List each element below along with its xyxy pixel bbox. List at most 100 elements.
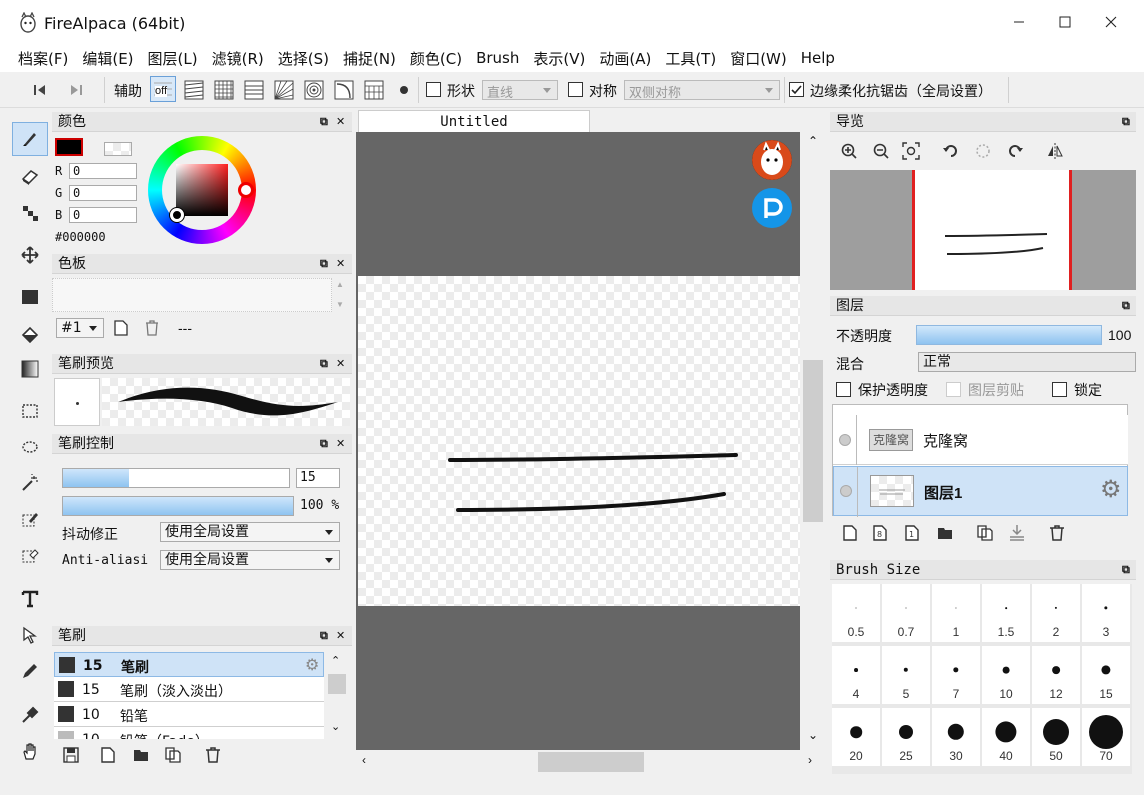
new-1bit-layer-icon[interactable]: 1 — [904, 524, 920, 542]
saturation-value-square[interactable] — [176, 164, 228, 216]
scroll-up-icon[interactable]: ⌃ — [331, 654, 340, 667]
secondary-color-swatch[interactable] — [104, 142, 132, 156]
brush-size-cell[interactable]: 20 — [832, 708, 880, 766]
brush-antialias-dropdown[interactable]: 使用全局设置 — [160, 550, 340, 570]
magic-wand-tool-icon[interactable] — [12, 466, 48, 500]
menu-animation[interactable]: 动画(A) — [599, 48, 651, 69]
menu-file[interactable]: 档案(F) — [18, 48, 68, 69]
brush-size-cell[interactable]: 12 — [1032, 646, 1080, 704]
brush-size-cell[interactable]: 15 — [1082, 646, 1130, 704]
brush-size-cell[interactable]: 3 — [1082, 584, 1130, 642]
brush-list-item[interactable]: 15 笔刷（淡入淡出） — [54, 677, 324, 702]
brush-list-item[interactable]: 10 铅笔（Fade） — [54, 727, 324, 739]
duplicate-layer-icon[interactable] — [976, 524, 994, 542]
canvas-horizontal-scrollbar[interactable]: ‹ › — [356, 750, 826, 774]
duplicate-brush-icon[interactable] — [164, 746, 182, 764]
brush-size-cell[interactable]: 0.7 — [882, 584, 930, 642]
canvas-viewport[interactable] — [356, 132, 800, 750]
delete-brush-icon[interactable] — [204, 746, 222, 764]
brush-list-item[interactable]: 15 笔刷 ⚙ — [54, 652, 324, 677]
brush-size-cell[interactable]: 70 — [1082, 708, 1130, 766]
next-frame-icon[interactable] — [66, 80, 86, 100]
pen-tool-icon[interactable] — [12, 654, 48, 688]
snap-off-button[interactable]: off — [150, 76, 176, 102]
scroll-thumb[interactable] — [538, 752, 644, 772]
snap-grid-icon[interactable] — [214, 80, 234, 100]
brush-opacity-slider[interactable] — [62, 496, 294, 516]
swatch-set-dropdown[interactable]: #1 — [56, 318, 104, 338]
snap-concentric-icon[interactable] — [304, 80, 324, 100]
brush-size-cell[interactable]: 1.5 — [982, 584, 1030, 642]
canvas-vertical-scrollbar[interactable]: ⌃ ⌄ — [800, 132, 826, 750]
brush-size-cell[interactable]: 40 — [982, 708, 1030, 766]
clipping-checkbox[interactable] — [946, 382, 961, 397]
brush-size-input[interactable]: 15 — [296, 468, 340, 488]
swatch-grid[interactable] — [52, 278, 332, 312]
lasso-tool-icon[interactable] — [12, 430, 48, 464]
r-input[interactable]: 0 — [69, 163, 137, 179]
layer-row[interactable]: 克隆窝 克隆窝 — [833, 415, 1128, 465]
maximize-button[interactable] — [1042, 0, 1088, 44]
scroll-up-icon[interactable]: ⌃ — [808, 134, 818, 148]
new-swatch-icon[interactable] — [114, 320, 128, 336]
panel-float-icon[interactable]: ⧉ — [320, 354, 328, 374]
select-pen-tool-icon[interactable] — [12, 502, 48, 536]
brush-size-cell[interactable]: 10 — [982, 646, 1030, 704]
zoom-in-icon[interactable] — [840, 142, 858, 160]
brush-size-cell[interactable]: 0.5 — [832, 584, 880, 642]
gradient-tool-icon[interactable] — [12, 352, 48, 386]
brush-size-cell[interactable]: 30 — [932, 708, 980, 766]
menu-snap[interactable]: 捕捉(N) — [343, 48, 396, 69]
merge-down-icon[interactable] — [1008, 524, 1026, 542]
rotate-reset-icon[interactable] — [974, 142, 992, 160]
zoom-fit-icon[interactable] — [902, 142, 920, 160]
hue-handle[interactable] — [238, 182, 254, 198]
brush-size-slider[interactable] — [62, 468, 290, 488]
brush-tool-icon[interactable] — [12, 122, 48, 156]
operation-tool-icon[interactable] — [12, 618, 48, 652]
brush-size-cell[interactable]: 5 — [882, 646, 930, 704]
panel-float-icon[interactable]: ⧉ — [320, 112, 328, 132]
canvas-document[interactable] — [358, 276, 800, 606]
stabilizer-dropdown[interactable]: 使用全局设置 — [160, 522, 340, 542]
menu-view[interactable]: 表示(V) — [533, 48, 585, 69]
snap-cross-icon[interactable] — [244, 80, 264, 100]
b-input[interactable]: 0 — [69, 207, 137, 223]
rotate-right-icon[interactable] — [1006, 142, 1024, 160]
menu-color[interactable]: 颜色(C) — [410, 48, 462, 69]
scroll-left-icon[interactable]: ‹ — [362, 753, 366, 767]
menu-filter[interactable]: 滤镜(R) — [212, 48, 264, 69]
shape-select[interactable]: 直线 — [482, 80, 558, 101]
flip-horizontal-icon[interactable] — [1046, 142, 1064, 160]
snap-curve-icon[interactable] — [334, 80, 354, 100]
prev-frame-icon[interactable] — [30, 80, 50, 100]
brush-size-cell[interactable]: 7 — [932, 646, 980, 704]
g-input[interactable]: 0 — [69, 185, 137, 201]
snap-parallel-icon[interactable] — [184, 80, 204, 100]
brush-size-cell[interactable]: 4 — [832, 646, 880, 704]
scroll-down-icon[interactable]: ⌄ — [808, 728, 818, 742]
layer-folder-icon[interactable] — [936, 524, 954, 542]
dot-pen-tool-icon[interactable] — [12, 196, 48, 230]
symmetry-checkbox[interactable] — [568, 82, 583, 97]
panel-float-icon[interactable]: ⧉ — [1122, 112, 1130, 132]
scroll-thumb[interactable] — [328, 674, 346, 694]
hue-ring[interactable] — [148, 136, 256, 244]
protect-alpha-checkbox[interactable] — [836, 382, 851, 397]
snap-perspective-icon[interactable] — [364, 80, 384, 100]
panel-float-icon[interactable]: ⧉ — [1122, 560, 1130, 580]
layer-visibility-icon[interactable] — [840, 485, 852, 497]
shape-checkbox[interactable] — [426, 82, 441, 97]
brush-size-cell[interactable]: 2 — [1032, 584, 1080, 642]
select-eraser-tool-icon[interactable] — [12, 538, 48, 572]
delete-swatch-icon[interactable] — [144, 320, 160, 336]
snap-radial-icon[interactable] — [274, 80, 294, 100]
minimize-button[interactable] — [996, 0, 1042, 44]
panel-close-icon[interactable]: ✕ — [336, 112, 345, 132]
new-brush-icon[interactable] — [100, 746, 116, 764]
layer-visibility-icon[interactable] — [839, 434, 851, 446]
menu-layer[interactable]: 图层(L) — [148, 48, 198, 69]
panel-close-icon[interactable]: ✕ — [336, 254, 345, 274]
eyedropper-tool-icon[interactable] — [12, 698, 48, 732]
hand-tool-icon[interactable] — [12, 734, 48, 768]
